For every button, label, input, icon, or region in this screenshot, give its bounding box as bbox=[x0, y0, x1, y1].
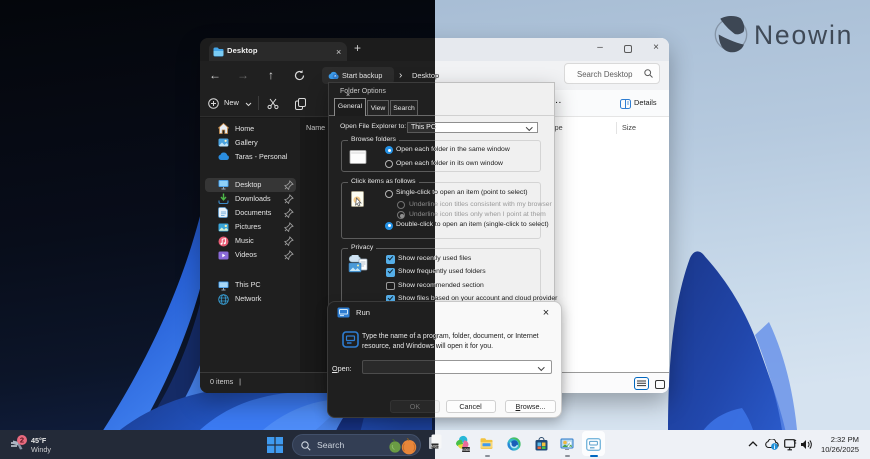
svg-text:M365: M365 bbox=[462, 448, 470, 452]
svg-text:2: 2 bbox=[567, 440, 572, 449]
svg-text:Neowin: Neowin bbox=[754, 20, 853, 50]
svg-text:2: 2 bbox=[20, 436, 24, 445]
